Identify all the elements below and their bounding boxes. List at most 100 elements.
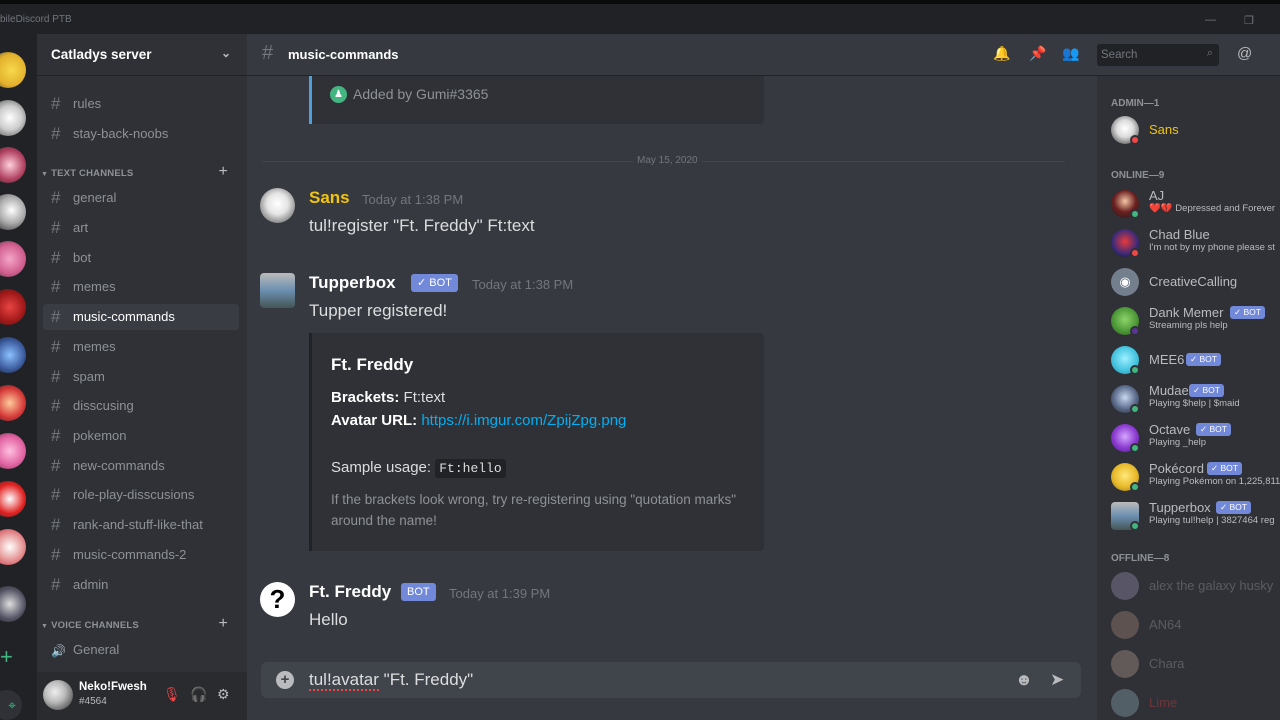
channel-rules[interactable]: # rules bbox=[43, 91, 239, 117]
server-icon[interactable] bbox=[0, 100, 26, 136]
server-icon[interactable] bbox=[0, 52, 26, 88]
server-header[interactable]: Catladys server ⌄ bbox=[37, 34, 247, 76]
add-channel-icon[interactable]: + bbox=[218, 615, 228, 633]
server-icon[interactable] bbox=[0, 337, 26, 373]
member-item[interactable]: Tupperbox ✓ BOT Playing tul!help | 38274… bbox=[1111, 500, 1280, 534]
server-icon[interactable] bbox=[0, 385, 26, 421]
avatar[interactable] bbox=[260, 188, 295, 223]
member-item[interactable]: Chara bbox=[1111, 648, 1280, 682]
server-icon[interactable] bbox=[0, 241, 26, 277]
channel-label: music-commands-2 bbox=[73, 547, 187, 562]
channel-memes-2[interactable]: # memes bbox=[43, 334, 239, 360]
server-icon[interactable] bbox=[0, 194, 26, 230]
member-item[interactable]: MEE6 ✓ BOT bbox=[1111, 344, 1280, 378]
member-activity: Playing _help bbox=[1149, 437, 1207, 448]
minimize-icon[interactable]: — bbox=[1205, 14, 1216, 26]
member-item[interactable]: Mudae ✓ BOT Playing $help | $maid bbox=[1111, 383, 1280, 417]
member-name: Pokécord bbox=[1149, 461, 1204, 476]
bot-badge: ✓ BOT bbox=[1189, 384, 1224, 397]
channel-music-commands-2[interactable]: # music-commands-2 bbox=[43, 542, 239, 568]
member-activity: Streaming pls help bbox=[1149, 320, 1228, 331]
member-item[interactable]: AN64 bbox=[1111, 609, 1280, 643]
hash-icon: # bbox=[51, 248, 61, 267]
bell-icon[interactable]: 🔔 bbox=[993, 45, 1010, 62]
mute-mic-icon[interactable]: 🎙 bbox=[163, 686, 181, 703]
channel-pokemon[interactable]: # pokemon bbox=[43, 423, 239, 449]
channel-rank-and-stuff-like-that[interactable]: # rank-and-stuff-like-that bbox=[43, 512, 239, 538]
hash-icon: # bbox=[51, 456, 61, 475]
member-list: ADMIN—1 Sans ONLINE—9 AJ ❤️💔 Depressed a… bbox=[1097, 76, 1280, 720]
member-item[interactable]: Pokécord ✓ BOT Playing Pokémon on 1,225,… bbox=[1111, 461, 1280, 495]
channel-admin[interactable]: # admin bbox=[43, 572, 239, 598]
message-input[interactable]: tul!avatar "Ft. Freddy" bbox=[309, 670, 473, 691]
integration-icon: ♟ bbox=[330, 86, 347, 103]
server-icon[interactable] bbox=[0, 433, 26, 469]
question-mark-avatar[interactable]: ? bbox=[260, 582, 295, 617]
voice-channels-category[interactable]: ▼ VOICE CHANNELS + bbox=[41, 615, 237, 632]
member-item[interactable]: Dank Memer ✓ BOT Streaming pls help bbox=[1111, 305, 1280, 339]
emoji-icon[interactable]: ☻ bbox=[1015, 670, 1033, 690]
pin-icon[interactable]: 📌 bbox=[1029, 45, 1046, 62]
app-title: bileDiscord PTB bbox=[0, 14, 72, 25]
channel-memes[interactable]: # memes bbox=[43, 274, 239, 300]
server-icon[interactable] bbox=[0, 529, 26, 565]
mentions-icon[interactable]: @ bbox=[1237, 45, 1252, 62]
channel-new-commands[interactable]: # new-commands bbox=[43, 453, 239, 479]
server-icon[interactable] bbox=[0, 586, 26, 622]
channel-label: general bbox=[73, 190, 117, 205]
avatar[interactable] bbox=[43, 680, 73, 710]
channel-role-play-disscusions[interactable]: # role-play-disscusions bbox=[43, 482, 239, 508]
message-author[interactable]: Tupperbox bbox=[309, 273, 396, 293]
chevron-down-icon[interactable]: ⌄ bbox=[221, 46, 231, 60]
member-item[interactable]: Sans bbox=[1111, 114, 1280, 148]
avatar[interactable] bbox=[260, 273, 295, 308]
server-icon[interactable] bbox=[0, 481, 26, 517]
members-icon[interactable]: 👥 bbox=[1062, 45, 1079, 62]
send-icon[interactable]: ➤ bbox=[1050, 670, 1064, 690]
message-author[interactable]: Ft. Freddy bbox=[309, 582, 391, 602]
status-dnd-icon bbox=[1130, 248, 1140, 258]
channel-general[interactable]: # general bbox=[43, 185, 239, 211]
member-name: Sans bbox=[1149, 122, 1179, 137]
add-channel-icon[interactable]: + bbox=[218, 163, 228, 181]
search-box[interactable]: ⌕ bbox=[1097, 44, 1219, 66]
text-channels-category[interactable]: ▼ TEXT CHANNELS + bbox=[41, 163, 237, 180]
hash-icon: # bbox=[51, 307, 61, 326]
member-item[interactable]: ◉ CreativeCalling bbox=[1111, 266, 1280, 300]
member-item[interactable]: Lime bbox=[1111, 687, 1280, 720]
gear-icon[interactable]: ⚙ bbox=[217, 686, 230, 703]
member-name: Dank Memer bbox=[1149, 305, 1224, 320]
server-icon[interactable] bbox=[0, 147, 26, 183]
search-input[interactable] bbox=[1101, 44, 1199, 66]
voice-channel-general[interactable]: 🔊 General bbox=[43, 637, 239, 663]
channel-spam[interactable]: # spam bbox=[43, 364, 239, 390]
misspelled-word: tul!avatar bbox=[309, 670, 379, 691]
upload-plus-icon[interactable]: + bbox=[276, 671, 294, 689]
maximize-icon[interactable]: ❐ bbox=[1244, 14, 1254, 27]
online-category: ONLINE—9 bbox=[1111, 170, 1165, 181]
avatar-url-link[interactable]: https://i.imgur.com/ZpijZpg.png bbox=[421, 412, 626, 429]
channel-music-commands[interactable]: # music-commands bbox=[43, 304, 239, 330]
avatar bbox=[1111, 689, 1139, 717]
channel-label: pokemon bbox=[73, 428, 127, 443]
member-item[interactable]: Octave ✓ BOT Playing _help bbox=[1111, 422, 1280, 456]
explore-servers-icon[interactable]: ⌖ bbox=[0, 690, 22, 720]
add-server-icon[interactable]: + bbox=[0, 644, 20, 670]
hash-icon: # bbox=[262, 42, 274, 64]
message-timestamp: Today at 1:39 PM bbox=[449, 586, 551, 601]
member-item[interactable]: AJ ❤️💔 Depressed and Forever bbox=[1111, 188, 1280, 222]
channel-bot[interactable]: # bot bbox=[43, 245, 239, 271]
message-author[interactable]: Sans bbox=[309, 188, 350, 208]
chevron-down-icon: ▼ bbox=[41, 171, 49, 178]
bot-badge: ✓ BOT bbox=[1186, 353, 1221, 366]
status-online-icon bbox=[1130, 365, 1140, 375]
channel-art[interactable]: # art bbox=[43, 215, 239, 241]
message-composer[interactable]: + tul!avatar "Ft. Freddy" ☻ ➤ bbox=[261, 662, 1081, 698]
member-item[interactable]: alex the galaxy husky bbox=[1111, 570, 1280, 604]
headphones-icon[interactable]: 🎧 bbox=[190, 686, 207, 703]
member-item[interactable]: Chad Blue I'm not by my phone please st bbox=[1111, 227, 1280, 261]
channel-disscusing[interactable]: # disscusing bbox=[43, 393, 239, 419]
channel-stay-back-noobs[interactable]: # stay-back-noobs bbox=[43, 121, 239, 147]
discord-window: bileDiscord PTB — ❐ + ⌖ Catladys server … bbox=[0, 0, 1280, 720]
server-icon[interactable] bbox=[0, 289, 26, 325]
